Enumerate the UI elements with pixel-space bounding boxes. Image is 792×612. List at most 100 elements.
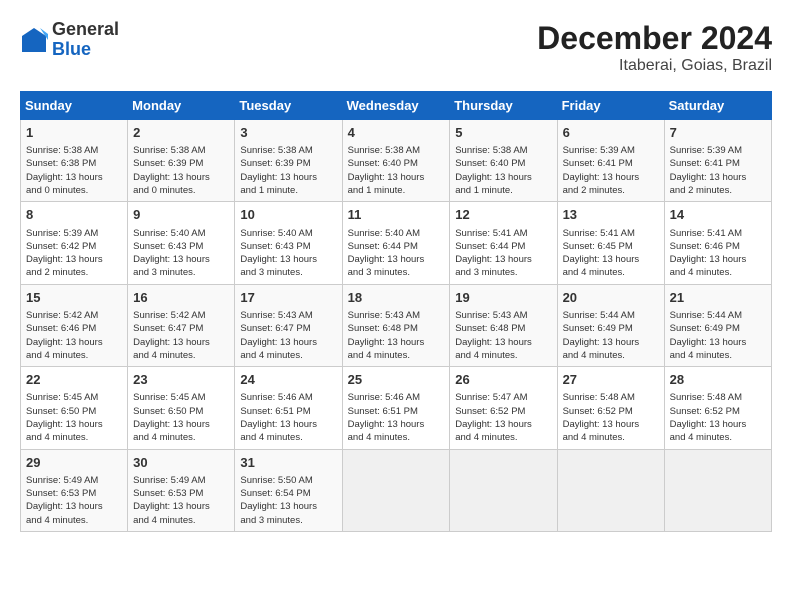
calendar-week-2: 8Sunrise: 5:39 AM Sunset: 6:42 PM Daylig… (21, 202, 772, 284)
day-number: 29 (26, 454, 122, 472)
column-header-sunday: Sunday (21, 92, 128, 120)
day-info: Sunrise: 5:46 AM Sunset: 6:51 PM Dayligh… (348, 391, 445, 444)
calendar-cell: 27 Sunrise: 5:48 AM Sunset: 6:52 PM Dayli… (557, 367, 664, 449)
day-number: 15 (26, 289, 122, 307)
day-info: Sunrise: 5:38 AM Sunset: 6:39 PM Dayligh… (240, 144, 336, 197)
column-header-friday: Friday (557, 92, 664, 120)
location-subtitle: Itaberai, Goias, Brazil (537, 57, 772, 75)
day-number: 22 (26, 371, 122, 389)
day-number: 6 (563, 124, 659, 142)
day-number: 10 (240, 206, 336, 224)
logo-blue-text: Blue (52, 39, 91, 59)
calendar-cell: 16 Sunrise: 5:42 AM Sunset: 6:47 PM Dayli… (128, 284, 235, 366)
calendar-cell: 5 Sunrise: 5:38 AM Sunset: 6:40 PM Daylig… (450, 120, 557, 202)
calendar-cell: 30Sunrise: 5:49 AM Sunset: 6:53 PM Dayli… (128, 449, 235, 531)
day-info: Sunrise: 5:44 AM Sunset: 6:49 PM Dayligh… (670, 309, 766, 362)
day-number: 27 (563, 371, 659, 389)
calendar-cell: 19 Sunrise: 5:43 AM Sunset: 6:48 PM Dayli… (450, 284, 557, 366)
day-info: Sunrise: 5:49 AM Sunset: 6:53 PM Dayligh… (26, 474, 122, 527)
day-info: Sunrise: 5:47 AM Sunset: 6:52 PM Dayligh… (455, 391, 551, 444)
day-number: 25 (348, 371, 445, 389)
day-info: Sunrise: 5:48 AM Sunset: 6:52 PM Dayligh… (670, 391, 766, 444)
calendar-cell: 24Sunrise: 5:46 AM Sunset: 6:51 PM Dayli… (235, 367, 342, 449)
calendar-header-row: SundayMondayTuesdayWednesdayThursdayFrid… (21, 92, 772, 120)
day-number: 28 (670, 371, 766, 389)
calendar-cell (664, 449, 771, 531)
day-number: 5 (455, 124, 551, 142)
month-title: December 2024 (537, 20, 772, 57)
calendar-cell: 12Sunrise: 5:41 AM Sunset: 6:44 PM Dayli… (450, 202, 557, 284)
day-info: Sunrise: 5:42 AM Sunset: 6:46 PM Dayligh… (26, 309, 122, 362)
calendar-cell: 14 Sunrise: 5:41 AM Sunset: 6:46 PM Dayli… (664, 202, 771, 284)
page-header: General Blue December 2024 Itaberai, Goi… (20, 20, 772, 75)
day-number: 14 (670, 206, 766, 224)
calendar-cell: 20 Sunrise: 5:44 AM Sunset: 6:49 PM Dayli… (557, 284, 664, 366)
calendar-cell: 6 Sunrise: 5:39 AM Sunset: 6:41 PM Daylig… (557, 120, 664, 202)
day-info: Sunrise: 5:44 AM Sunset: 6:49 PM Dayligh… (563, 309, 659, 362)
day-info: Sunrise: 5:43 AM Sunset: 6:47 PM Dayligh… (240, 309, 336, 362)
day-number: 11 (348, 206, 445, 224)
day-number: 31 (240, 454, 336, 472)
day-number: 7 (670, 124, 766, 142)
day-number: 19 (455, 289, 551, 307)
day-number: 26 (455, 371, 551, 389)
day-number: 23 (133, 371, 229, 389)
day-info: Sunrise: 5:45 AM Sunset: 6:50 PM Dayligh… (26, 391, 122, 444)
calendar-cell: 4Sunrise: 5:38 AM Sunset: 6:40 PM Daylig… (342, 120, 450, 202)
calendar-cell: 26 Sunrise: 5:47 AM Sunset: 6:52 PM Dayli… (450, 367, 557, 449)
column-header-monday: Monday (128, 92, 235, 120)
calendar-cell: 3Sunrise: 5:38 AM Sunset: 6:39 PM Daylig… (235, 120, 342, 202)
day-info: Sunrise: 5:40 AM Sunset: 6:44 PM Dayligh… (348, 227, 445, 280)
day-info: Sunrise: 5:38 AM Sunset: 6:40 PM Dayligh… (455, 144, 551, 197)
day-number: 9 (133, 206, 229, 224)
day-info: Sunrise: 5:43 AM Sunset: 6:48 PM Dayligh… (455, 309, 551, 362)
calendar-cell: 28 Sunrise: 5:48 AM Sunset: 6:52 PM Dayli… (664, 367, 771, 449)
calendar-cell: 29 Sunrise: 5:49 AM Sunset: 6:53 PM Dayli… (21, 449, 128, 531)
day-number: 30 (133, 454, 229, 472)
day-number: 16 (133, 289, 229, 307)
calendar-week-1: 1 Sunrise: 5:38 AM Sunset: 6:38 PM Daylig… (21, 120, 772, 202)
calendar-week-5: 29 Sunrise: 5:49 AM Sunset: 6:53 PM Dayli… (21, 449, 772, 531)
day-number: 21 (670, 289, 766, 307)
day-info: Sunrise: 5:50 AM Sunset: 6:54 PM Dayligh… (240, 474, 336, 527)
day-info: Sunrise: 5:48 AM Sunset: 6:52 PM Dayligh… (563, 391, 659, 444)
day-number: 1 (26, 124, 122, 142)
calendar-cell: 31 Sunrise: 5:50 AM Sunset: 6:54 PM Dayli… (235, 449, 342, 531)
calendar-cell: 22 Sunrise: 5:45 AM Sunset: 6:50 PM Dayli… (21, 367, 128, 449)
column-header-wednesday: Wednesday (342, 92, 450, 120)
day-info: Sunrise: 5:38 AM Sunset: 6:38 PM Dayligh… (26, 144, 122, 197)
calendar-cell: 10Sunrise: 5:40 AM Sunset: 6:43 PM Dayli… (235, 202, 342, 284)
title-block: December 2024 Itaberai, Goias, Brazil (537, 20, 772, 75)
calendar-cell: 13Sunrise: 5:41 AM Sunset: 6:45 PM Dayli… (557, 202, 664, 284)
calendar-cell: 15 Sunrise: 5:42 AM Sunset: 6:46 PM Dayli… (21, 284, 128, 366)
calendar-cell: 1 Sunrise: 5:38 AM Sunset: 6:38 PM Daylig… (21, 120, 128, 202)
day-info: Sunrise: 5:39 AM Sunset: 6:41 PM Dayligh… (563, 144, 659, 197)
day-info: Sunrise: 5:40 AM Sunset: 6:43 PM Dayligh… (133, 227, 229, 280)
day-number: 20 (563, 289, 659, 307)
day-info: Sunrise: 5:38 AM Sunset: 6:39 PM Dayligh… (133, 144, 229, 197)
logo: General Blue (20, 20, 119, 60)
day-info: Sunrise: 5:41 AM Sunset: 6:44 PM Dayligh… (455, 227, 551, 280)
calendar-cell: 25 Sunrise: 5:46 AM Sunset: 6:51 PM Dayli… (342, 367, 450, 449)
column-header-thursday: Thursday (450, 92, 557, 120)
day-number: 2 (133, 124, 229, 142)
calendar-body: 1 Sunrise: 5:38 AM Sunset: 6:38 PM Daylig… (21, 120, 772, 532)
calendar-cell: 8Sunrise: 5:39 AM Sunset: 6:42 PM Daylig… (21, 202, 128, 284)
day-number: 17 (240, 289, 336, 307)
calendar-cell (450, 449, 557, 531)
day-info: Sunrise: 5:41 AM Sunset: 6:45 PM Dayligh… (563, 227, 659, 280)
calendar-cell: 18 Sunrise: 5:43 AM Sunset: 6:48 PM Dayli… (342, 284, 450, 366)
day-info: Sunrise: 5:42 AM Sunset: 6:47 PM Dayligh… (133, 309, 229, 362)
logo-icon (20, 26, 48, 54)
calendar-week-3: 15 Sunrise: 5:42 AM Sunset: 6:46 PM Dayli… (21, 284, 772, 366)
day-info: Sunrise: 5:41 AM Sunset: 6:46 PM Dayligh… (670, 227, 766, 280)
day-number: 8 (26, 206, 122, 224)
calendar-cell: 21 Sunrise: 5:44 AM Sunset: 6:49 PM Dayli… (664, 284, 771, 366)
calendar-table: SundayMondayTuesdayWednesdayThursdayFrid… (20, 91, 772, 532)
day-info: Sunrise: 5:39 AM Sunset: 6:41 PM Dayligh… (670, 144, 766, 197)
day-number: 18 (348, 289, 445, 307)
day-info: Sunrise: 5:43 AM Sunset: 6:48 PM Dayligh… (348, 309, 445, 362)
column-header-tuesday: Tuesday (235, 92, 342, 120)
calendar-week-4: 22 Sunrise: 5:45 AM Sunset: 6:50 PM Dayli… (21, 367, 772, 449)
column-header-saturday: Saturday (664, 92, 771, 120)
